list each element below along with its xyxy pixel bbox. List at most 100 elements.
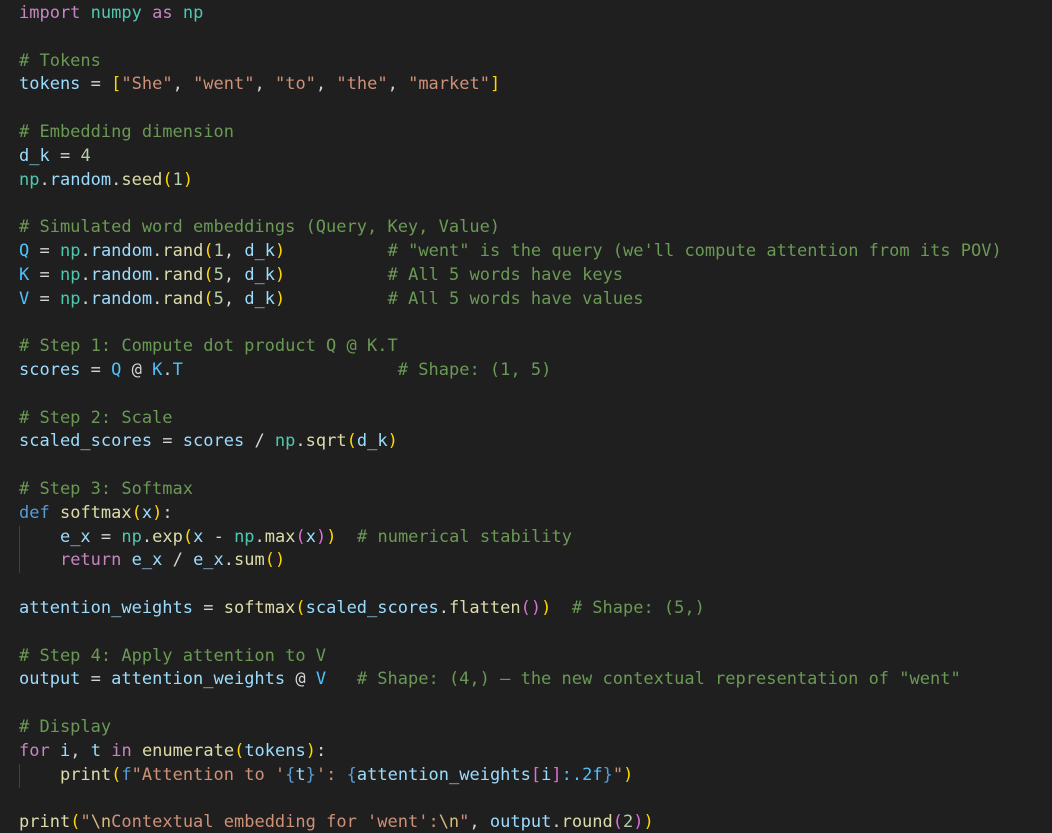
code-token: random (90, 288, 153, 309)
code-token: = (29, 240, 60, 261)
code-token: = (152, 431, 183, 452)
code-token: np (182, 3, 204, 23)
code-token: for (19, 740, 50, 761)
code-line[interactable] (19, 311, 1002, 335)
code-line[interactable]: # Step 3: Softmax (19, 478, 1002, 502)
code-line[interactable] (19, 383, 1002, 407)
code-token: d_k (244, 264, 276, 285)
code-line[interactable]: # Tokens (19, 50, 1002, 74)
code-line[interactable]: # Step 4: Apply attention to V (19, 645, 1002, 669)
code-token: Contextual embedding for 'went': (111, 812, 439, 833)
code-token: np (19, 169, 40, 190)
code-token: = (193, 597, 224, 618)
code-token: print (59, 764, 112, 785)
code-token: , (254, 74, 275, 95)
code-token: x (141, 502, 153, 523)
code-area[interactable]: import numpy as np # Tokens tokens = ["Sh… (19, 2, 1002, 833)
code-line[interactable]: V = np.random.rand(5, d_k) # All 5 words… (19, 288, 1002, 312)
code-token: - (203, 526, 235, 547)
code-line[interactable]: tokens = ["She", "went", "to", "the", "m… (19, 73, 1002, 97)
code-line[interactable]: print(f"Attention to '{t}': {attention_w… (19, 764, 1002, 788)
code-token: 1 (172, 169, 183, 190)
code-token: ) (633, 812, 644, 833)
code-token: . (295, 431, 306, 452)
code-token: ( (346, 431, 357, 452)
code-line[interactable] (19, 692, 1002, 716)
code-token: rand (162, 264, 204, 285)
code-token: e_x (131, 550, 163, 571)
code-token: # Step 3: Softmax (19, 478, 193, 499)
code-token: "She" (121, 74, 173, 95)
code-token: attention_weights (111, 669, 286, 690)
code-token: scaled_scores (305, 597, 439, 618)
code-token: } (305, 764, 316, 785)
code-line[interactable]: def softmax(x): (19, 502, 1002, 526)
code-token: / (244, 431, 275, 452)
code-line[interactable]: # Step 2: Scale (19, 407, 1002, 431)
code-token: random (90, 240, 153, 261)
code-token: = (49, 145, 81, 166)
code-token: ( (295, 597, 306, 618)
code-token: x (305, 526, 317, 547)
code-line[interactable]: d_k = 4 (19, 145, 1002, 169)
code-line[interactable] (19, 192, 1002, 216)
code-token: t (90, 740, 101, 761)
code-line[interactable]: # Step 1: Compute dot product Q @ K.T (19, 335, 1002, 359)
code-line[interactable]: np.random.seed(1) (19, 169, 1002, 193)
code-token: ( (234, 740, 245, 761)
code-line[interactable]: return e_x / e_x.sum() (19, 549, 1002, 573)
code-token: () (520, 597, 542, 618)
code-token: f (121, 764, 132, 785)
code-line[interactable]: # Embedding dimension (19, 121, 1002, 145)
code-line[interactable]: e_x = np.exp(x - np.max(x)) # numerical … (19, 526, 1002, 550)
code-token: # numerical stability (357, 526, 572, 547)
code-token: ) (275, 240, 286, 261)
code-token: \n (438, 812, 460, 833)
code-token: . (162, 359, 173, 380)
code-token: " (612, 764, 624, 785)
code-token: flatten (448, 597, 521, 618)
code-token: # Display (19, 716, 112, 737)
code-token: . (39, 169, 50, 190)
code-token: : (162, 502, 173, 523)
code-token: , (172, 74, 194, 95)
code-token: ( (182, 526, 194, 547)
code-token: "the" (336, 74, 388, 95)
code-line[interactable]: scaled_scores = scores / np.sqrt(d_k) (19, 430, 1002, 454)
code-token: sum (234, 550, 265, 571)
code-line[interactable] (19, 787, 1002, 811)
code-line[interactable]: scores = Q @ K.T # Shape: (1, 5) (19, 359, 1002, 383)
code-line[interactable]: import numpy as np (19, 2, 1002, 26)
code-line[interactable]: for i, t in enumerate(tokens): (19, 740, 1002, 764)
code-editor[interactable]: import numpy as np # Tokens tokens = ["Sh… (0, 0, 1052, 833)
code-line[interactable]: # Display (19, 716, 1002, 740)
code-token: attention_weights (19, 597, 193, 618)
code-line[interactable]: Q = np.random.rand(1, d_k) # "went" is t… (19, 240, 1002, 264)
code-line[interactable] (19, 454, 1002, 478)
code-line[interactable]: K = np.random.rand(5, d_k) # All 5 words… (19, 264, 1002, 288)
code-line[interactable]: # Simulated word embeddings (Query, Key,… (19, 216, 1002, 240)
code-line[interactable] (19, 97, 1002, 121)
code-token: "to" (274, 74, 316, 95)
code-token: rand (162, 240, 204, 261)
code-token: # Step 4: Apply attention to V (19, 645, 327, 666)
code-token: , (223, 288, 245, 309)
code-token: V (315, 669, 327, 690)
code-line[interactable]: attention_weights = softmax(scaled_score… (19, 597, 1002, 621)
code-token: sqrt (305, 431, 347, 452)
code-line[interactable]: print("\nContextual embedding for 'went'… (19, 811, 1002, 833)
code-token: . (80, 240, 91, 261)
code-token: :.2f (561, 764, 603, 785)
code-line[interactable] (19, 26, 1002, 50)
code-line[interactable] (19, 573, 1002, 597)
code-line[interactable] (19, 621, 1002, 645)
code-line[interactable]: output = attention_weights @ V # Shape: … (19, 668, 1002, 692)
